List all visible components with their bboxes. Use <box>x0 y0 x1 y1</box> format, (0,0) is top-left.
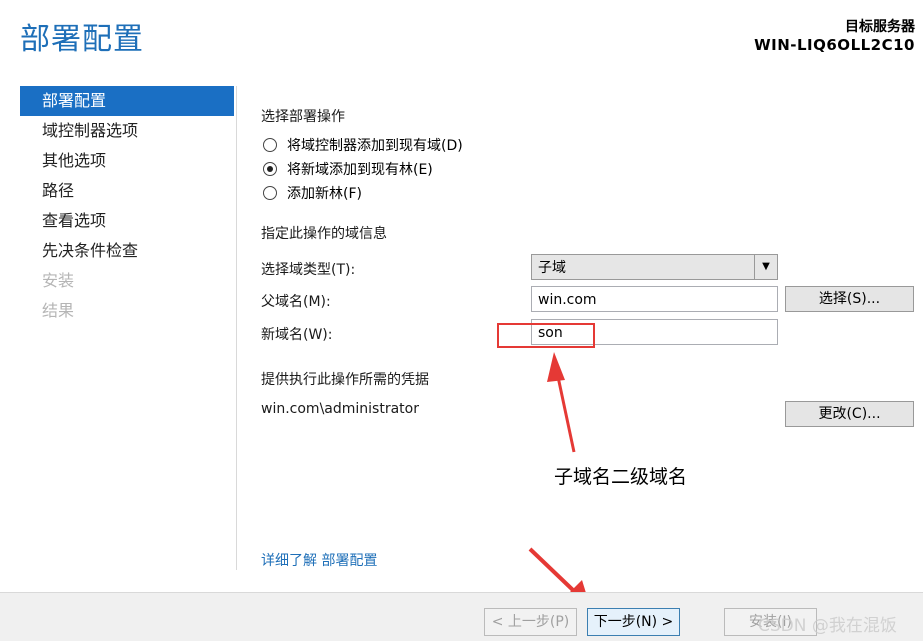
prev-button[interactable]: < 上一步(P) <box>484 608 577 636</box>
arrow-up-icon <box>547 352 576 453</box>
annotation-arrows <box>528 352 590 606</box>
watermark: CSDN @我在混饭 <box>758 616 897 636</box>
next-button[interactable]: 下一步(N) > <box>587 608 680 636</box>
annotation-text: 子域名二级域名 <box>554 466 688 488</box>
